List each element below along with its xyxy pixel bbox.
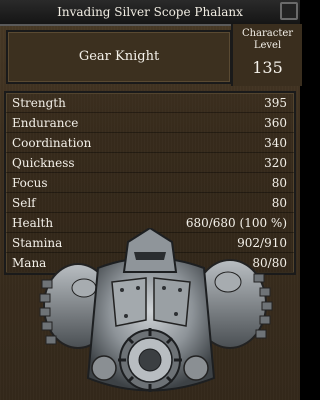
torso — [86, 257, 216, 392]
stat-label: Health — [12, 215, 54, 230]
stat-value: 320 — [264, 155, 287, 170]
level-label-text: Character Level — [241, 28, 294, 51]
stat-label: Strength — [12, 95, 66, 110]
stat-value: 360 — [264, 115, 287, 130]
stat-row-self: Self 80 — [6, 193, 294, 213]
stat-value: 902/910 — [237, 235, 287, 250]
stat-value: 80/80 — [252, 255, 287, 270]
stat-label: Self — [12, 195, 36, 210]
chest-gear — [118, 328, 182, 392]
stat-label: Endurance — [12, 115, 79, 130]
creature-name: Gear Knight — [78, 49, 160, 64]
stat-label: Quickness — [12, 155, 75, 170]
left-shoulder-gear — [39, 263, 113, 349]
stat-value: 395 — [264, 95, 287, 110]
stat-row-mana: Mana 80/80 — [6, 253, 294, 273]
stat-row-quickness: Quickness 320 — [6, 153, 294, 173]
creature-appraisal-panel: Invading Silver Scope Phalanx Gear Knigh… — [0, 0, 302, 400]
stats-list: Strength 395 Endurance 360 Coordination … — [6, 93, 294, 273]
window-title: Invading Silver Scope Phalanx — [57, 5, 243, 19]
stat-value: 80 — [271, 195, 287, 210]
stat-row-focus: Focus 80 — [6, 173, 294, 193]
stat-row-endurance: Endurance 360 — [6, 113, 294, 133]
stat-label: Coordination — [12, 135, 92, 150]
title-bar: Invading Silver Scope Phalanx — [0, 0, 300, 26]
stat-row-health: Health 680/680 (100 %) — [6, 213, 294, 233]
stat-row-coordination: Coordination 340 — [6, 133, 294, 153]
stat-value: 80 — [271, 175, 287, 190]
stat-label: Mana — [12, 255, 47, 270]
stat-value: 340 — [264, 135, 287, 150]
stat-label: Focus — [12, 175, 48, 190]
level-box: Character Level 135 — [231, 24, 302, 86]
creature-name-box: Gear Knight — [6, 30, 232, 84]
close-icon[interactable] — [280, 2, 298, 20]
level-label: Character Level — [233, 28, 302, 52]
level-value: 135 — [252, 58, 283, 77]
stat-row-stamina: Stamina 902/910 — [6, 233, 294, 253]
stat-value: 680/680 (100 %) — [185, 215, 287, 230]
stat-label: Stamina — [12, 235, 63, 250]
stat-row-strength: Strength 395 — [6, 93, 294, 113]
